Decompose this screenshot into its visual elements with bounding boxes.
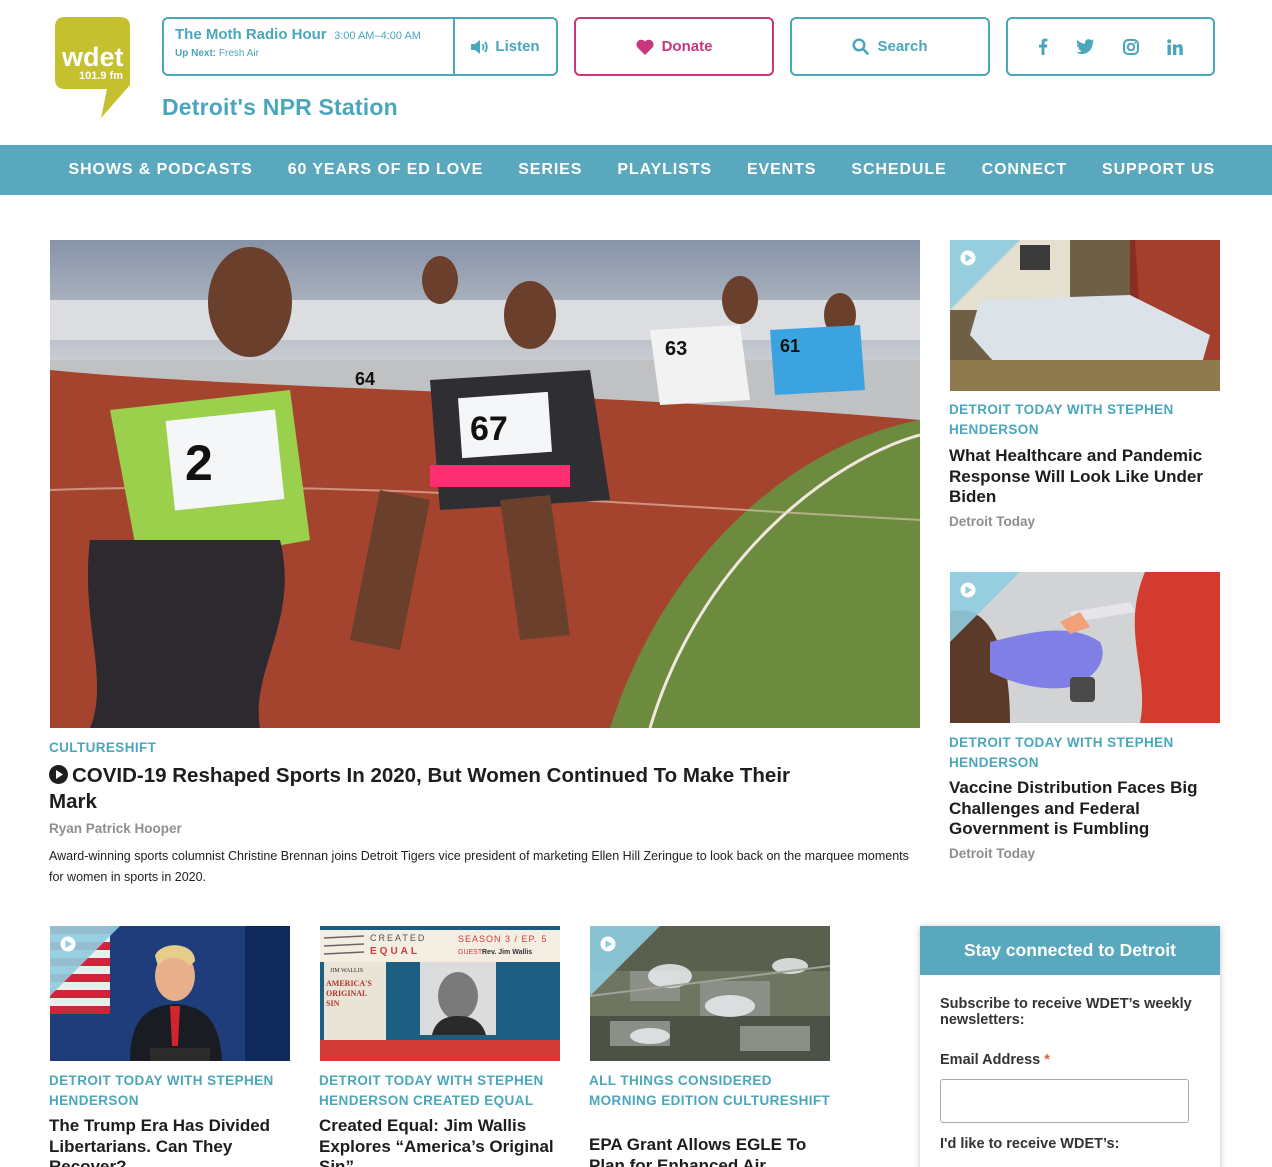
- nav-series[interactable]: SERIES: [501, 161, 600, 179]
- art-guest-name: Rev. Jim Wallis: [482, 949, 532, 956]
- email-label: Email Address *: [940, 1052, 1050, 1068]
- side-story-headline[interactable]: What Healthcare and Pandemic Response Wi…: [949, 446, 1221, 508]
- art-brand-line-1: CREATED: [370, 933, 426, 943]
- side-story-byline[interactable]: Detroit Today: [949, 514, 1035, 529]
- newsletter-heading: Stay connected to Detroit: [920, 926, 1220, 975]
- grid-story-category[interactable]: DETROIT TODAY WITH STEPHEN HENDERSON CRE…: [319, 1071, 561, 1110]
- audio-corner-icon: [950, 572, 1020, 642]
- nav-60-years-ed-love[interactable]: 60 YEARS OF ED LOVE: [270, 161, 501, 179]
- logo-frequency: 101.9 fm: [79, 70, 123, 82]
- book-title-line-1: AMERICA'S: [326, 979, 372, 988]
- book-title-line-2: ORIGINAL: [326, 989, 367, 998]
- audio-corner-icon: [590, 926, 660, 996]
- newsletter-signup: Stay connected to Detroit Subscribe to r…: [920, 926, 1220, 1167]
- current-show-time: 3:00 AM–4:00 AM: [334, 30, 421, 42]
- grid-story-category[interactable]: DETROIT TODAY WITH STEPHEN HENDERSON: [49, 1071, 291, 1110]
- grid-story-image[interactable]: [590, 926, 830, 1061]
- nav-schedule[interactable]: SCHEDULE: [834, 161, 964, 179]
- svg-text:63: 63: [665, 338, 687, 360]
- twitter-icon[interactable]: [1076, 39, 1095, 54]
- social-links: [1006, 17, 1215, 76]
- facebook-icon[interactable]: [1038, 38, 1048, 55]
- search-icon: [852, 38, 870, 55]
- listen-button[interactable]: Listen: [455, 19, 556, 74]
- side-story-category[interactable]: DETROIT TODAY WITH STEPHEN HENDERSON: [949, 733, 1219, 772]
- wdet-logo[interactable]: wdet 101.9 fm: [55, 17, 130, 118]
- grid-story-image[interactable]: [50, 926, 290, 1061]
- feature-byline[interactable]: Ryan Patrick Hooper: [49, 821, 182, 836]
- main-nav: SHOWS & PODCASTS 60 YEARS OF ED LOVE SER…: [0, 145, 1272, 195]
- svg-text:64: 64: [355, 369, 375, 389]
- play-icon: [49, 765, 68, 784]
- side-story-image[interactable]: [950, 240, 1220, 391]
- grid-story-headline[interactable]: The Trump Era Has Divided Libertarians. …: [49, 1116, 294, 1167]
- up-next-show: Fresh Air: [218, 48, 259, 59]
- feature-headline[interactable]: COVID-19 Reshaped Sports In 2020, But Wo…: [49, 763, 829, 815]
- up-next-label: Up Next:: [175, 48, 217, 59]
- feature-image[interactable]: 2 67 63 61 64: [50, 240, 920, 728]
- art-season: SEASON 3 / EP. 5: [458, 934, 547, 944]
- svg-text:67: 67: [470, 410, 508, 448]
- audio-corner-icon: [50, 926, 120, 996]
- email-field[interactable]: [940, 1079, 1189, 1123]
- side-story-byline[interactable]: Detroit Today: [949, 846, 1035, 861]
- audio-corner-icon: [950, 240, 1020, 310]
- feature-headline-text: COVID-19 Reshaped Sports In 2020, But Wo…: [49, 764, 790, 813]
- grid-story-headline[interactable]: EPA Grant Allows EGLE To Plan for Enhanc…: [589, 1135, 834, 1167]
- art-guest-label: GUEST:: [458, 949, 483, 956]
- donate-button[interactable]: Donate: [574, 17, 774, 76]
- side-story-headline[interactable]: Vaccine Distribution Faces Big Challenge…: [949, 778, 1221, 840]
- search-button[interactable]: Search: [790, 17, 990, 76]
- nav-shows-podcasts[interactable]: SHOWS & PODCASTS: [51, 161, 270, 179]
- nav-playlists[interactable]: PLAYLISTS: [600, 161, 730, 179]
- required-marker: *: [1044, 1052, 1050, 1068]
- side-story-category[interactable]: DETROIT TODAY WITH STEPHEN HENDERSON: [949, 400, 1219, 439]
- art-brand-line-2: EQUAL: [370, 946, 420, 957]
- current-show: The Moth Radio Hour: [175, 26, 327, 43]
- svg-text:2: 2: [185, 435, 213, 491]
- feature-category[interactable]: CULTURESHIFT: [49, 738, 156, 758]
- now-playing-info[interactable]: The Moth Radio Hour 3:00 AM–4:00 AM Up N…: [164, 19, 455, 74]
- book-author: JIM WALLIS: [330, 968, 363, 974]
- instagram-icon[interactable]: [1122, 38, 1139, 55]
- listen-label: Listen: [495, 38, 540, 55]
- station-tagline: Detroit's NPR Station: [162, 94, 398, 120]
- grid-story-headline[interactable]: Created Equal: Jim Wallis Explores “Amer…: [319, 1116, 564, 1167]
- search-label: Search: [877, 38, 928, 55]
- grid-story-image[interactable]: JIM WALLIS AMERICA'S ORIGINAL SIN CREATE…: [320, 926, 560, 1061]
- now-playing-widget: The Moth Radio Hour 3:00 AM–4:00 AM Up N…: [162, 17, 558, 76]
- email-label-text: Email Address: [940, 1052, 1041, 1068]
- nav-events[interactable]: EVENTS: [729, 161, 833, 179]
- donate-label: Donate: [661, 38, 713, 55]
- speaker-icon: [471, 39, 489, 54]
- grid-story-category[interactable]: ALL THINGS CONSIDERED MORNING EDITION CU…: [589, 1071, 831, 1110]
- feature-summary: Award-winning sports columnist Christine…: [49, 849, 909, 884]
- heart-icon: [636, 39, 654, 55]
- logo-wordmark: wdet: [61, 42, 124, 72]
- newsletter-subtitle: Subscribe to receive WDET’s weekly newsl…: [940, 996, 1192, 1028]
- svg-text:61: 61: [780, 336, 800, 356]
- nav-connect[interactable]: CONNECT: [964, 161, 1084, 179]
- newsletter-options-label: I'd like to receive WDET’s:: [940, 1136, 1120, 1152]
- side-story-image[interactable]: [950, 572, 1220, 723]
- book-title-line-3: SIN: [326, 999, 340, 1008]
- nav-support-us[interactable]: SUPPORT US: [1085, 161, 1233, 179]
- linkedin-icon[interactable]: [1167, 38, 1183, 55]
